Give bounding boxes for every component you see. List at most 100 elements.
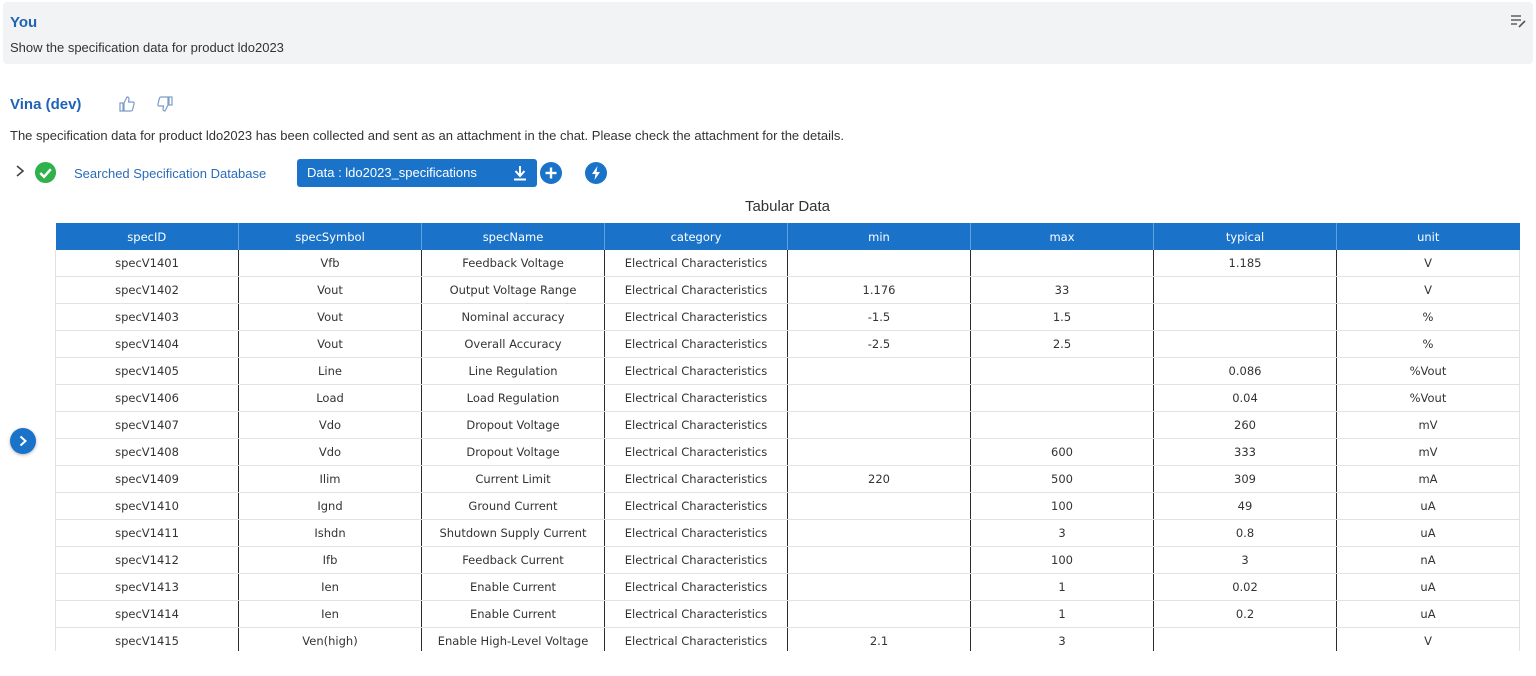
spec-table: specID specSymbol specName category min max ty…	[55, 223, 1520, 651]
table-cell-specID: specV1412	[55, 546, 239, 574]
table-cell-specName: Output Voltage Range	[421, 276, 605, 304]
table-cell-typical	[1153, 276, 1337, 304]
edit-icon[interactable]	[1509, 12, 1527, 30]
table-cell-category: Electrical Characteristics	[604, 600, 788, 628]
table-cell-specSymbol: Ishdn	[238, 519, 422, 547]
table-cell-unit: uA	[1336, 573, 1520, 601]
thumbs-up-icon[interactable]	[118, 95, 136, 113]
table-cell-max	[970, 357, 1154, 385]
table-row[interactable]: specV1402 Vout Output Voltage Range Electri…	[55, 276, 1520, 304]
table-cell-typical: 1.185	[1153, 250, 1337, 277]
table-cell-category: Electrical Characteristics	[604, 573, 788, 601]
column-header-specID[interactable]: specID	[55, 223, 239, 250]
table-cell-unit: uA	[1336, 492, 1520, 520]
column-header-specName[interactable]: specName	[421, 223, 605, 250]
table-cell-typical: 0.02	[1153, 573, 1337, 601]
searched-database-link[interactable]: Searched Specification Database	[74, 166, 266, 181]
table-row[interactable]: specV1407 Vdo Dropout Voltage Electrical Ch…	[55, 411, 1520, 439]
table-cell-max	[970, 384, 1154, 412]
table-cell-specID: specV1402	[55, 276, 239, 304]
table-cell-typical	[1153, 303, 1337, 331]
table-row[interactable]: specV1412 Ifb Feedback Current Electrical C…	[55, 546, 1520, 574]
column-header-max[interactable]: max	[970, 223, 1154, 250]
table-cell-min	[787, 600, 971, 628]
table-cell-typical: 309	[1153, 465, 1337, 493]
table-row[interactable]: specV1415 Ven(high) Enable High-Level Volt…	[55, 627, 1520, 651]
table-cell-specID: specV1401	[55, 250, 239, 277]
table-cell-unit: V	[1336, 627, 1520, 651]
table-cell-min: -1.5	[787, 303, 971, 331]
table-cell-specName: Feedback Voltage	[421, 250, 605, 277]
table-cell-max: 2.5	[970, 330, 1154, 358]
table-cell-max: 1.5	[970, 303, 1154, 331]
table-title: Tabular Data	[744, 198, 831, 215]
table-cell-specID: specV1411	[55, 519, 239, 547]
table-row[interactable]: specV1413 Ien Enable Current Electrical Cha…	[55, 573, 1520, 601]
table-cell-max: 3	[970, 627, 1154, 651]
table-cell-unit: V	[1336, 276, 1520, 304]
table-cell-specSymbol: Vdo	[238, 411, 422, 439]
table-cell-unit: uA	[1336, 519, 1520, 547]
table-cell-specSymbol: Vfb	[238, 250, 422, 277]
table-cell-category: Electrical Characteristics	[604, 411, 788, 439]
user-name: You	[10, 14, 38, 31]
table-row[interactable]: specV1405 Line Line Regulation Electrical C…	[55, 357, 1520, 385]
table-cell-min	[787, 573, 971, 601]
table-cell-category: Electrical Characteristics	[604, 357, 788, 385]
table-cell-typical	[1153, 330, 1337, 358]
table-cell-specSymbol: Ven(high)	[238, 627, 422, 651]
bot-name: Vina (dev)	[10, 96, 82, 113]
table-cell-specID: specV1403	[55, 303, 239, 331]
column-header-min[interactable]: min	[787, 223, 971, 250]
expand-sidebar-button[interactable]	[10, 428, 36, 454]
table-cell-min: -2.5	[787, 330, 971, 358]
table-row[interactable]: specV1406 Load Load Regulation Electrical C…	[55, 384, 1520, 412]
table-cell-max: 1	[970, 600, 1154, 628]
table-cell-specSymbol: Ignd	[238, 492, 422, 520]
table-row[interactable]: specV1411 Ishdn Shutdown Supply Current Ele…	[55, 519, 1520, 547]
user-message-text: Show the specification data for product …	[10, 40, 284, 55]
table-row[interactable]: specV1408 Vdo Dropout Voltage Electrical Ch…	[55, 438, 1520, 466]
table-row[interactable]: specV1401 Vfb Feedback Voltage Electrical C…	[55, 250, 1520, 277]
table-row[interactable]: specV1409 Ilim Current Limit Electrical Cha…	[55, 465, 1520, 493]
table-cell-typical: 0.2	[1153, 600, 1337, 628]
table-row[interactable]: specV1404 Vout Overall Accuracy Electrical …	[55, 330, 1520, 358]
table-cell-min: 2.1	[787, 627, 971, 651]
table-cell-max: 500	[970, 465, 1154, 493]
table-cell-typical: 0.04	[1153, 384, 1337, 412]
column-header-typical[interactable]: typical	[1153, 223, 1337, 250]
table-cell-unit: V	[1336, 250, 1520, 277]
table-cell-min	[787, 250, 971, 277]
table-cell-max: 100	[970, 492, 1154, 520]
table-row[interactable]: specV1414 Ien Enable Current Electrical Cha…	[55, 600, 1520, 628]
table-cell-category: Electrical Characteristics	[604, 627, 788, 651]
table-row[interactable]: specV1403 Vout Nominal accuracy Electrical …	[55, 303, 1520, 331]
column-header-category[interactable]: category	[604, 223, 788, 250]
table-cell-typical	[1153, 627, 1337, 651]
table-cell-specName: Enable Current	[421, 573, 605, 601]
table-cell-specName: Feedback Current	[421, 546, 605, 574]
table-cell-min: 220	[787, 465, 971, 493]
column-header-unit[interactable]: unit	[1336, 223, 1520, 250]
download-data-button[interactable]: Data : ldo2023_specifications	[297, 159, 537, 187]
lightning-icon[interactable]	[585, 162, 607, 184]
table-cell-category: Electrical Characteristics	[604, 465, 788, 493]
table-body: specV1401 Vfb Feedback Voltage Electrical C…	[55, 250, 1520, 651]
table-cell-specSymbol: Vout	[238, 330, 422, 358]
table-cell-category: Electrical Characteristics	[604, 276, 788, 304]
table-cell-min	[787, 519, 971, 547]
table-cell-max	[970, 411, 1154, 439]
table-cell-category: Electrical Characteristics	[604, 438, 788, 466]
table-header-row: specID specSymbol specName category min max ty…	[55, 223, 1520, 250]
table-cell-specID: specV1404	[55, 330, 239, 358]
table-cell-category: Electrical Characteristics	[604, 492, 788, 520]
thumbs-down-icon[interactable]	[156, 95, 174, 113]
table-cell-min	[787, 411, 971, 439]
table-cell-category: Electrical Characteristics	[604, 330, 788, 358]
data-table-container[interactable]: specID specSymbol specName category min max ty…	[55, 223, 1520, 651]
table-cell-max: 600	[970, 438, 1154, 466]
chevron-right-icon[interactable]	[14, 164, 26, 178]
plus-circle-icon[interactable]	[540, 162, 562, 184]
table-row[interactable]: specV1410 Ignd Ground Current Electrical Ch…	[55, 492, 1520, 520]
column-header-specSymbol[interactable]: specSymbol	[238, 223, 422, 250]
